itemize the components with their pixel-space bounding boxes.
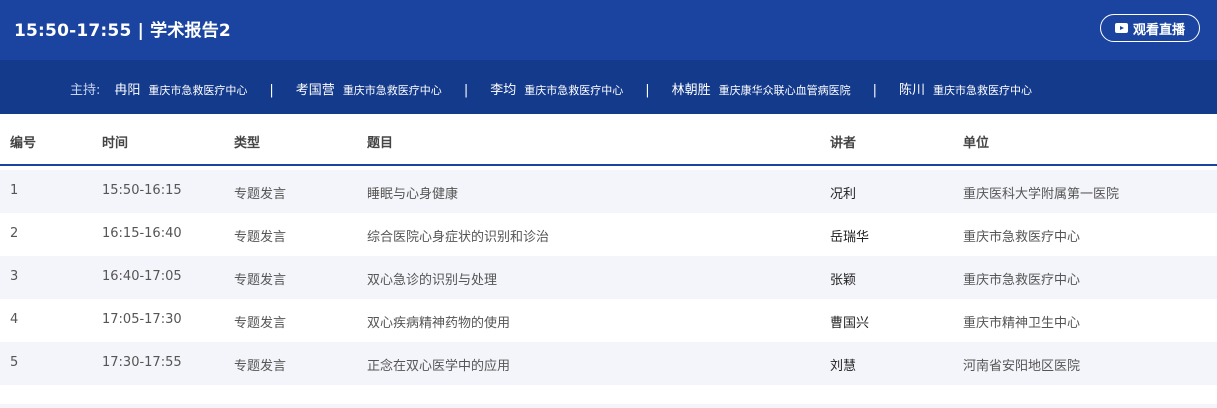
row-topic: 综合医院心身症状的识别和诊治 xyxy=(367,230,550,245)
row-topic: 正念在双心医学中的应用 xyxy=(367,359,511,374)
row-type: 专题发言 xyxy=(234,316,287,331)
row-topic: 双心疾病精神药物的使用 xyxy=(367,316,511,331)
table-row: 2 16:15-16:40 专题发言 综合医院心身症状的识别和诊治 岳瑞华 重庆… xyxy=(0,213,1217,256)
row-org: 重庆医科大学附属第一医院 xyxy=(963,187,1120,202)
row-topic: 睡眠与心身健康 xyxy=(367,187,459,202)
table-header: 编号 时间 类型 题目 讲者 单位 xyxy=(0,114,1217,166)
row-org: 重庆市急救医疗中心 xyxy=(963,230,1081,245)
host-org: 重庆市急救医疗中心 xyxy=(148,84,248,97)
row-no: 2 xyxy=(10,226,19,241)
host-org: 重庆市急救医疗中心 xyxy=(342,84,442,97)
row-time: 16:40-17:05 xyxy=(102,269,182,284)
schedule-panel: 15:50-17:55 | 学术报告2 观看直播 主持: 冉阳 重庆市急救医疗中… xyxy=(0,0,1217,408)
host-item: 林朝胜 重庆康华众联心血管病医院 xyxy=(672,79,851,98)
hosts-label: 主持: xyxy=(70,83,101,98)
column-header-topic: 题目 xyxy=(367,136,394,151)
hosts-list: 主持: 冉阳 重庆市急救医疗中心 | 考国营 重庆市急救医疗中心 | 李均 重庆… xyxy=(70,79,1032,98)
host-separator: | xyxy=(872,83,878,98)
host-org: 重庆市急救医疗中心 xyxy=(933,84,1033,97)
row-topic: 双心急诊的识别与处理 xyxy=(367,273,498,288)
host-name: 冉阳 xyxy=(114,83,141,98)
row-type: 专题发言 xyxy=(234,359,287,374)
host-org: 重庆市急救医疗中心 xyxy=(524,84,624,97)
table-row: 4 17:05-17:30 专题发言 双心疾病精神药物的使用 曹国兴 重庆市精神… xyxy=(0,299,1217,342)
host-org: 重庆康华众联心血管病医院 xyxy=(718,84,851,97)
table-row: 1 15:50-16:15 专题发言 睡眠与心身健康 况利 重庆医科大学附属第一… xyxy=(0,170,1217,213)
row-speaker: 曹国兴 xyxy=(830,316,870,331)
host-name: 陈川 xyxy=(899,83,926,98)
session-title: 15:50-17:55 | 学术报告2 xyxy=(14,21,231,41)
play-icon xyxy=(1114,23,1128,33)
host-separator: | xyxy=(645,83,650,98)
row-speaker: 刘慧 xyxy=(830,359,857,374)
column-header-time: 时间 xyxy=(102,136,129,151)
host-item: 考国营 重庆市急救医疗中心 xyxy=(296,79,442,98)
row-no: 1 xyxy=(10,183,19,198)
row-time: 16:15-16:40 xyxy=(102,226,182,241)
host-name: 考国营 xyxy=(295,83,335,98)
row-org: 重庆市急救医疗中心 xyxy=(963,273,1081,288)
host-item: 陈川 重庆市急救医疗中心 xyxy=(899,79,1032,98)
row-time: 17:30-17:55 xyxy=(102,355,182,370)
watch-live-button[interactable]: 观看直播 xyxy=(1100,14,1200,42)
watch-live-label: 观看直播 xyxy=(1132,22,1185,38)
host-name: 李均 xyxy=(490,83,517,98)
row-no: 4 xyxy=(10,312,19,327)
row-speaker: 张颖 xyxy=(830,273,857,288)
row-time: 17:05-17:30 xyxy=(102,312,182,327)
hosts-bar: 主持: 冉阳 重庆市急救医疗中心 | 考国营 重庆市急救医疗中心 | 李均 重庆… xyxy=(0,60,1217,114)
column-header-type: 类型 xyxy=(234,136,261,151)
host-separator: | xyxy=(269,83,274,98)
table-row: 5 17:30-17:55 专题发言 正念在双心医学中的应用 刘慧 河南省安阳地… xyxy=(0,342,1217,385)
row-org: 重庆市精神卫生中心 xyxy=(963,316,1081,331)
row-no: 5 xyxy=(10,355,19,370)
row-time: 15:50-16:15 xyxy=(102,183,182,198)
row-type: 专题发言 xyxy=(234,230,287,245)
host-item: 冉阳 重庆市急救医疗中心 xyxy=(114,79,247,98)
column-header-org: 单位 xyxy=(963,136,990,151)
table-footer-divider xyxy=(0,404,1217,408)
row-type: 专题发言 xyxy=(234,187,287,202)
host-name: 林朝胜 xyxy=(671,83,711,98)
session-header: 15:50-17:55 | 学术报告2 观看直播 xyxy=(0,0,1217,60)
row-speaker: 况利 xyxy=(830,187,857,202)
row-speaker: 岳瑞华 xyxy=(830,230,870,245)
column-header-speaker: 讲者 xyxy=(830,136,857,151)
table-row: 3 16:40-17:05 专题发言 双心急诊的识别与处理 张颖 重庆市急救医疗… xyxy=(0,256,1217,299)
host-item: 李均 重庆市急救医疗中心 xyxy=(490,79,623,98)
row-type: 专题发言 xyxy=(234,273,287,288)
host-separator: | xyxy=(463,83,469,98)
row-org: 河南省安阳地区医院 xyxy=(963,359,1081,374)
row-no: 3 xyxy=(10,269,19,284)
column-header-no: 编号 xyxy=(10,136,37,151)
